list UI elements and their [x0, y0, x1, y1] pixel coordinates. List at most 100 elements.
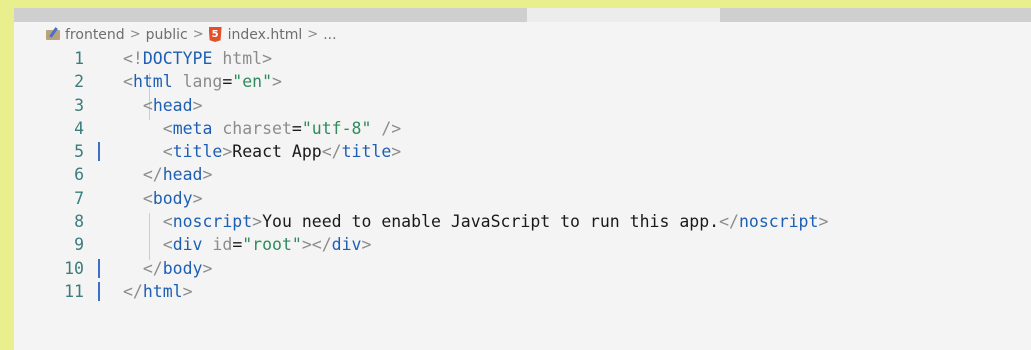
- line-number: 11: [64, 281, 84, 301]
- code-token: >: [202, 165, 213, 185]
- code-token: html: [132, 72, 173, 92]
- breadcrumb-ellipsis[interactable]: ...: [323, 27, 336, 43]
- line-number: 1: [74, 49, 84, 68]
- code-line[interactable]: 8 <noscript>You need to enable JavaScrip…: [14, 210, 1031, 233]
- code-token: />: [371, 118, 402, 138]
- code-token: "en": [232, 72, 273, 92]
- code-token: You need to enable JavaScript to run thi…: [262, 212, 720, 232]
- code-editor-window: frontend > public > 5 index.html > ... 1…: [14, 8, 1031, 350]
- line-number: 3: [74, 95, 84, 115]
- code-token: ></: [301, 235, 332, 255]
- breadcrumb-folder[interactable]: frontend: [65, 27, 125, 43]
- code-line[interactable]: 1 <!DOCTYPE html>: [14, 47, 1031, 70]
- code-token: title: [172, 142, 223, 162]
- code-token: noscript: [738, 212, 819, 232]
- folder-icon: [46, 29, 60, 40]
- code-text: </html>: [123, 280, 193, 303]
- code-token: >: [818, 212, 829, 232]
- html5-icon: 5: [208, 27, 222, 42]
- code-token: "root": [242, 235, 302, 255]
- code-token: meta: [172, 118, 213, 138]
- line-number: 6: [74, 165, 84, 185]
- code-text: <title>React App</title>: [123, 140, 401, 163]
- code-token: noscript: [172, 212, 253, 232]
- code-token: =: [222, 72, 233, 92]
- code-token: </: [142, 165, 163, 185]
- breadcrumb-file[interactable]: index.html: [228, 27, 303, 43]
- code-line[interactable]: 4 <meta charset="utf-8" />: [14, 117, 1031, 140]
- code-text: <body>: [123, 187, 203, 210]
- code-token: title: [341, 142, 392, 162]
- code-token: html>: [212, 49, 273, 68]
- code-token: head: [162, 165, 203, 185]
- code-line[interactable]: 11 </html>: [14, 280, 1031, 303]
- modified-line-indicator: [98, 281, 100, 301]
- line-number: 10: [64, 258, 84, 278]
- breadcrumb-separator: >: [129, 27, 141, 42]
- code-token: <!: [123, 49, 143, 68]
- code-token: >: [182, 281, 193, 301]
- line-number: 4: [74, 118, 84, 138]
- code-token: div: [331, 235, 362, 255]
- code-token: >: [361, 235, 372, 255]
- code-token: <: [162, 235, 173, 255]
- tab-strip-left[interactable]: [14, 8, 527, 22]
- line-number: 7: [74, 188, 84, 208]
- code-token: >: [272, 72, 282, 92]
- code-line[interactable]: 5 <title>React App</title>: [14, 140, 1031, 163]
- line-number: 2: [74, 72, 84, 92]
- code-line[interactable]: 10 </body>: [14, 257, 1031, 280]
- code-token: </: [321, 142, 342, 162]
- code-token: >: [222, 142, 233, 162]
- code-line[interactable]: 7 <body>: [14, 187, 1031, 210]
- code-token: </: [719, 212, 739, 232]
- code-token: charset: [212, 118, 292, 138]
- code-token: <: [123, 72, 133, 92]
- code-text: </body>: [123, 257, 213, 280]
- editor-tab-bar: [14, 8, 1031, 22]
- line-number: 5: [74, 142, 84, 162]
- code-token: React App: [232, 142, 322, 162]
- code-text: <meta charset="utf-8" />: [123, 117, 401, 140]
- code-token: >: [252, 212, 263, 232]
- code-line[interactable]: 2 <html lang="en">: [14, 70, 1031, 93]
- code-token: "utf-8": [301, 118, 372, 138]
- modified-line-indicator: [98, 142, 100, 162]
- code-token: =: [232, 235, 243, 255]
- code-token: head: [152, 95, 193, 115]
- code-line[interactable]: 6 </head>: [14, 163, 1031, 186]
- code-text: <div id="root"></div>: [123, 233, 372, 256]
- code-token: body: [152, 188, 193, 208]
- code-text: <noscript>You need to enable JavaScript …: [123, 210, 829, 233]
- code-token: DOCTYPE: [142, 49, 213, 68]
- code-token: >: [391, 142, 402, 162]
- line-number: 9: [74, 235, 84, 255]
- line-number: 8: [74, 212, 84, 232]
- breadcrumb-separator: >: [192, 27, 204, 42]
- tab-strip-right[interactable]: [720, 8, 1031, 22]
- code-token: </: [142, 258, 163, 278]
- modified-line-indicator: [98, 258, 100, 278]
- code-token: =: [291, 118, 302, 138]
- breadcrumb-subfolder[interactable]: public: [146, 27, 188, 43]
- code-token: id: [202, 235, 233, 255]
- code-text: <html lang="en">: [123, 70, 282, 93]
- code-editor[interactable]: 1 <!DOCTYPE html> 2 <html lang="en"> 3 <head…: [14, 47, 1031, 303]
- code-line[interactable]: 3 <head>: [14, 94, 1031, 117]
- breadcrumb: frontend > public > 5 index.html > ...: [14, 22, 1031, 47]
- code-token: <: [162, 212, 173, 232]
- code-line[interactable]: 9 <div id="root"></div>: [14, 233, 1031, 256]
- code-token: lang: [172, 72, 223, 92]
- code-token: </: [123, 281, 143, 301]
- code-token: >: [202, 258, 213, 278]
- code-token: <: [162, 118, 173, 138]
- code-token: html: [142, 281, 183, 301]
- code-token: body: [162, 258, 203, 278]
